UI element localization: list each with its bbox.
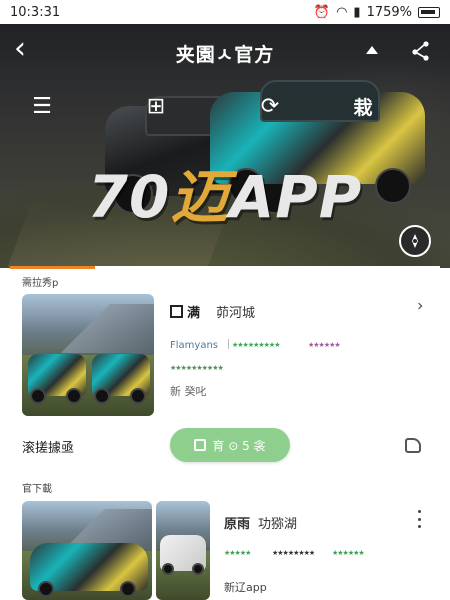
share-nodes-icon[interactable]: [410, 40, 432, 62]
menu-icon[interactable]: ☰: [24, 88, 60, 124]
chevron-right-icon[interactable]: [415, 302, 423, 310]
app-thumbnail-1[interactable]: [22, 294, 154, 416]
page-title: 夹園ㅅ官方: [175, 44, 275, 66]
app2-note: 新辽app: [224, 581, 267, 594]
thumb3-wheel-2: [192, 563, 204, 575]
download-label: 育 ⊙ 5 衾: [212, 438, 266, 453]
add-square-icon[interactable]: ⊞: [138, 88, 174, 124]
app1-rating-2: ★★★★★★: [308, 341, 341, 349]
thumb1-wheel-3: [94, 388, 110, 404]
app2-title-main: 原雨: [224, 517, 251, 532]
app1-title-suffix: 茆河城: [216, 306, 256, 321]
compass-icon: [412, 234, 418, 248]
brand-left: 70: [87, 163, 171, 231]
brand-mid: 迈: [170, 163, 230, 231]
section-accent-bar: [10, 266, 95, 269]
status-time: 10:3:31: [10, 4, 61, 20]
status-bar: 10:3:31 ⏰ ◠ ▮ 1759%: [0, 0, 450, 24]
top-nav-bar: ‹ 夹園ㅅ官方: [0, 24, 450, 80]
expand-triangle-icon[interactable]: [366, 46, 378, 54]
note-icon[interactable]: [405, 438, 421, 453]
thumb1-peaks: [22, 303, 154, 353]
hero-banner: ‹ 夹園ㅅ官方 ☰ ⊞ ⟳ 栽 70迈APP: [0, 0, 450, 268]
battery-percent: 1759%: [366, 4, 412, 20]
brand-right: APP: [229, 163, 363, 231]
app1-title-box-icon: [170, 305, 183, 318]
thumb1-wheel-4: [130, 388, 146, 404]
section2-label: 官下載: [22, 484, 52, 495]
thumb1-wheel-2: [66, 388, 82, 404]
thumb1-wheel-1: [30, 388, 46, 404]
tagline-separator: [228, 339, 229, 349]
app-thumbnail-3[interactable]: [156, 501, 210, 600]
app1-left-label: 滚搓據亟: [22, 441, 75, 456]
content-sheet: 需拉秀p 满 茆河城 Flamyans ★★★★★★★★★ ★★★★★★ ★★★…: [10, 266, 440, 600]
app2-rating-1: ★★★★★: [224, 549, 251, 557]
thumb2-wheel-2: [120, 581, 136, 597]
app1-title-prefix: 满: [187, 306, 201, 321]
compass-button[interactable]: [399, 225, 431, 257]
signal-icon: ▮: [353, 4, 361, 20]
section1-label: 需拉秀p: [22, 278, 59, 289]
brand-logo-text: 70迈APP: [0, 150, 450, 234]
app1-tagline: Flamyans: [170, 340, 218, 351]
app2-rating-2: ★★★★★★★★: [272, 549, 315, 557]
status-icons: ⏰ ◠ ▮ 1759%: [314, 5, 440, 20]
app1-note: 新 癸叱: [170, 385, 207, 398]
thumb2-wheel-1: [38, 581, 54, 597]
battery-icon: [418, 6, 440, 18]
iconrow-right-label[interactable]: 栽: [345, 88, 381, 124]
download-icon: [194, 439, 207, 451]
thumb3-wheel-1: [162, 563, 174, 575]
app2-title[interactable]: 原雨 功猕湖: [224, 513, 297, 532]
download-button[interactable]: 育 ⊙ 5 衾: [170, 428, 290, 462]
app-thumbnail-2[interactable]: [22, 501, 152, 600]
wifi-icon: ◠: [336, 4, 348, 20]
more-vert-icon[interactable]: [416, 510, 422, 528]
rotate-icon[interactable]: ⟳: [252, 88, 288, 124]
app2-rating-3: ★★★★★★: [332, 549, 365, 557]
hero-icon-row: ☰ ⊞ ⟳ 栽: [0, 88, 450, 128]
alarm-icon: ⏰: [313, 4, 331, 20]
app1-rating-3: ★★★★★★★★★★: [170, 364, 224, 372]
app1-title[interactable]: 满 茆河城: [170, 302, 255, 321]
app2-title-sub: 功猕湖: [258, 517, 298, 532]
app1-rating-1: ★★★★★★★★★: [232, 341, 280, 349]
